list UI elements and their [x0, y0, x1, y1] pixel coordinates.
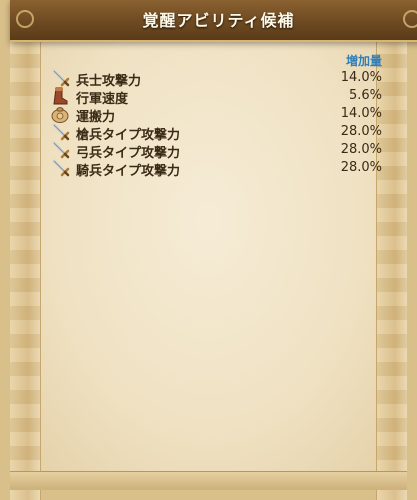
title-bar: 覚醒アビリティ候補 — [10, 0, 417, 42]
ability-value: 14.0% — [340, 106, 382, 121]
ability-value: 28.0% — [340, 160, 382, 175]
ability-value: 14.0% — [340, 70, 382, 85]
ability-dialog: 覚醒アビリティ候補 増加量 兵士攻撃力 14.0% 行軍速度 5.6% 運搬力 … — [0, 0, 417, 500]
increase-column-header: 増加量 — [345, 54, 382, 68]
sword-icon — [50, 122, 70, 142]
sword-icon — [50, 140, 70, 160]
frame-left-border — [10, 40, 41, 500]
ability-row: 槍兵タイプ攻撃力 28.0% — [48, 122, 384, 143]
ability-value: 28.0% — [340, 142, 382, 157]
dialog-title: 覚醒アビリティ候補 — [142, 11, 295, 30]
ability-list: 増加量 兵士攻撃力 14.0% 行軍速度 5.6% 運搬力 14.0% 槍兵タイ… — [48, 52, 384, 179]
sword-icon — [50, 158, 70, 178]
title-ornament-right — [403, 10, 417, 28]
ability-row: 運搬力 14.0% — [48, 104, 384, 125]
ability-value: 5.6% — [348, 88, 382, 103]
ability-row: 兵士攻撃力 14.0% — [48, 68, 384, 89]
ability-value: 28.0% — [340, 124, 382, 139]
ability-row: 騎兵タイプ攻撃力 28.0% — [48, 158, 384, 179]
ability-row: 行軍速度 5.6% — [48, 86, 384, 107]
boot-icon — [50, 86, 70, 106]
ability-label: 騎兵タイプ攻撃力 — [76, 164, 181, 179]
sack-icon — [50, 104, 70, 124]
ability-row: 弓兵タイプ攻撃力 28.0% — [48, 140, 384, 161]
frame-bottom-border — [10, 471, 407, 490]
sword-icon — [50, 68, 70, 88]
